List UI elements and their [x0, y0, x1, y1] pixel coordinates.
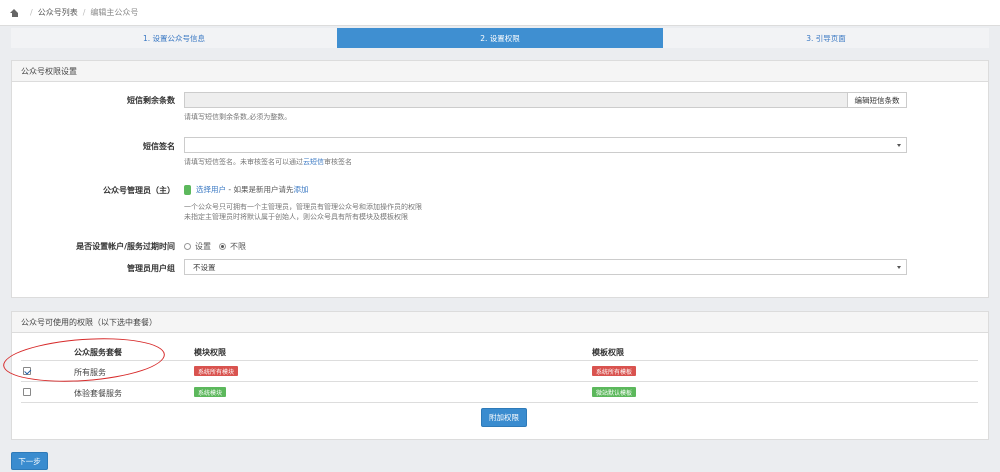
add-user-link[interactable]: 添加 [293, 185, 308, 194]
sms-sign-hint: 请填写短信签名。未审核签名可以通过云短信审核签名 [184, 157, 352, 167]
admin-hint-line2: 未指定主管理员时将默认属于创始人，则公众号具有所有模块及模板权限 [184, 213, 408, 221]
row-checkbox-trial-services[interactable] [23, 388, 31, 396]
step-guide-page[interactable]: 3. 引导页面 [663, 28, 989, 48]
module-tag: 系统模块 [194, 387, 227, 397]
breadcrumb-separator: / [30, 8, 33, 17]
home-icon[interactable] [10, 8, 19, 17]
admin-indicator [184, 185, 191, 195]
chevron-down-icon [897, 144, 901, 147]
admin-hint-line1: 一个公众号只可拥有一个主管理员，管理员有管理公众号和添加操作员的权限 [184, 203, 422, 211]
sms-sign-select[interactable] [184, 137, 907, 153]
sms-count-input [184, 92, 848, 108]
table-divider [21, 381, 978, 382]
template-tag: 系统所有模板 [592, 366, 637, 376]
row-name-trial-services: 体验套餐服务 [74, 389, 122, 398]
permission-settings-panel: 公众号权限设置 短信剩余条数 编辑短信条数 请填写短信剩余条数,必须为整数。 短… [11, 60, 989, 298]
admin-middle-text: - 如果是新用户请先 [228, 185, 294, 194]
sms-sign-label: 短信签名 [143, 142, 175, 151]
expire-radio-set[interactable] [184, 243, 191, 250]
chevron-down-icon [897, 266, 901, 269]
admin-select-line: 选择用户 - 如果是新用户请先添加 [196, 185, 308, 195]
admin-label: 公众号管理员（主） [103, 186, 175, 195]
panel-title: 公众号可使用的权限（以下选中套餐） [12, 312, 988, 333]
expire-radio-group: 设置 不限 [184, 241, 246, 252]
table-divider [21, 360, 978, 361]
breadcrumb-item-current: 编辑主公众号 [90, 8, 139, 17]
column-header-module: 模块权限 [194, 348, 226, 357]
next-step-button[interactable]: 下一步 [11, 452, 48, 470]
table-divider [21, 402, 978, 403]
admin-group-select[interactable]: 不设置 [184, 259, 907, 275]
expire-option-unlimited-label: 不限 [230, 242, 246, 251]
admin-group-value: 不设置 [193, 262, 216, 272]
sms-sign-hint-suffix: 审核签名 [324, 158, 352, 166]
module-tag: 系统所有模块 [194, 366, 239, 376]
breadcrumb: / 公众号列表 / 编辑主公众号 [0, 0, 1000, 26]
expire-option-set-label: 设置 [195, 242, 211, 251]
expire-radio-unlimited[interactable] [219, 243, 226, 250]
sms-count-label: 短信剩余条数 [127, 96, 175, 105]
template-tag: 微站默认模板 [592, 387, 637, 397]
service-package-panel: 公众号可使用的权限（以下选中套餐） 公众服务套餐 模块权限 模板权限 所有服务 … [11, 311, 989, 440]
sms-sign-hint-prefix: 请填写短信签名。未审核签名可以通过 [184, 158, 303, 166]
breadcrumb-item-account-list[interactable]: 公众号列表 [38, 7, 78, 18]
sms-count-hint: 请填写短信剩余条数,必须为整数。 [184, 113, 292, 121]
select-user-link[interactable]: 选择用户 [196, 185, 226, 194]
panel-title: 公众号权限设置 [12, 61, 988, 82]
expire-label: 是否设置帐户/服务过期时间 [76, 242, 175, 251]
edit-sms-count-button[interactable]: 编辑短信条数 [847, 92, 907, 108]
add-permission-button[interactable]: 附加权限 [481, 408, 527, 427]
step-permissions[interactable]: 2. 设置权限 [337, 28, 663, 48]
breadcrumb-separator: / [82, 8, 86, 17]
admin-group-label: 管理员用户组 [127, 264, 175, 273]
wizard-steps: 1. 设置公众号信息 2. 设置权限 3. 引导页面 [11, 28, 989, 48]
column-header-template: 模板权限 [592, 348, 624, 357]
step-account-info[interactable]: 1. 设置公众号信息 [11, 28, 337, 48]
cloud-sms-link[interactable]: 云短信 [303, 158, 324, 166]
